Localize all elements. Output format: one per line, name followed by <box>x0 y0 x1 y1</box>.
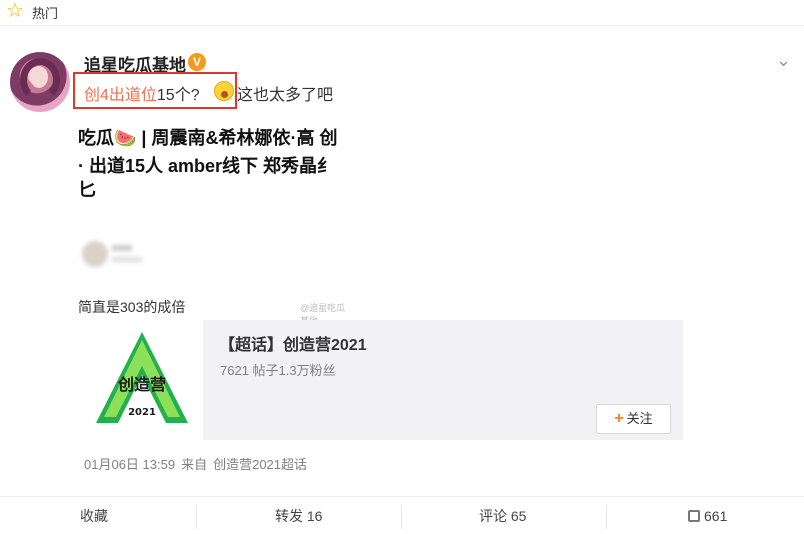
avatar[interactable] <box>10 52 70 112</box>
topic-name[interactable]: 【超话】创造营2021 <box>219 331 367 355</box>
source-prefix: 来自 <box>181 457 208 472</box>
like-button[interactable]: 661 <box>688 505 727 527</box>
follow-label: 关注 <box>626 411 653 426</box>
divider <box>401 505 402 529</box>
image-caption: 简直是303的成倍 <box>78 299 186 315</box>
comment-button[interactable]: 评论 65 <box>479 505 526 527</box>
plus-icon: + <box>614 410 624 427</box>
logo-text: 创造营 <box>117 375 166 394</box>
post-date[interactable]: 01月06日 13:59 <box>84 457 175 472</box>
surprised-emoji-icon <box>214 81 234 101</box>
chevron-down-icon[interactable]: ⌄ <box>776 50 791 71</box>
top-bar: ☆ 热门 <box>0 0 804 26</box>
topic-card[interactable]: 创造营 2021 【超话】创造营2021 7621 帖子1.3万粉丝 + 关注 <box>82 320 683 440</box>
divider <box>606 505 607 529</box>
action-bar: 收藏 转发 16 评论 65 661 <box>0 496 804 534</box>
collect-button[interactable]: 收藏 <box>80 505 108 527</box>
post-image[interactable]: 吃瓜🍉 | 周震南&希林娜依·高 创 · 出道15人 amber线下 郑秀晶纟 … <box>78 120 350 320</box>
image-text-line: 吃瓜🍉 | 周震南&希林娜依·高 创 <box>78 128 338 148</box>
image-watermark: @追星吃瓜基地 <box>300 303 346 320</box>
star-icon: ☆ <box>6 0 24 22</box>
logo-year: 2021 <box>128 407 156 418</box>
highlight-box <box>73 72 237 109</box>
image-text-line: · 出道15人 amber线下 郑秀晶纟 <box>78 156 336 176</box>
like-count: 661 <box>704 508 728 524</box>
blurred-profile <box>78 239 148 275</box>
post-text-after: 这也太多了吧 <box>237 87 334 104</box>
post-meta: 01月06日 13:59 来自 创造营2021超话 <box>84 454 313 473</box>
thumbs-up-icon <box>688 510 700 522</box>
post-source[interactable]: 创造营2021超话 <box>213 457 307 472</box>
verified-icon: V <box>188 53 206 71</box>
topic-stats: 7621 帖子1.3万粉丝 <box>220 363 336 378</box>
image-text-line: 匕 <box>78 180 96 200</box>
topic-logo: 创造营 2021 <box>82 320 203 440</box>
section-title: 热门 <box>32 6 59 21</box>
divider <box>196 505 197 529</box>
follow-button[interactable]: + 关注 <box>596 404 671 434</box>
repost-button[interactable]: 转发 16 <box>275 505 322 527</box>
